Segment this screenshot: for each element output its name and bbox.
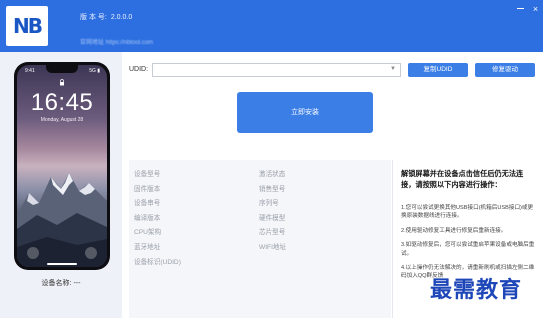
watermark: 最需教育 <box>430 277 523 303</box>
udid-label: UDID: <box>129 66 149 73</box>
info-label: 编译版本 <box>134 214 161 222</box>
status-time: 9:41 <box>25 68 35 74</box>
device-info-panel: 设备型号 固件版本 设备串号 编译版本 CPU架构 蓝牙地址 设备标识(UDID… <box>129 160 391 318</box>
logo-text: NB <box>13 14 43 38</box>
chevron-down-icon[interactable]: ▼ <box>390 66 396 74</box>
lock-screen-time: 16:45 <box>30 89 94 116</box>
help-step: 1.您可以尝试更换其他USB接口(机箱后USB接口)或更换原装数据线进行连接。 <box>401 205 534 220</box>
app-logo: NB <box>6 6 48 46</box>
device-name-value: --- <box>73 280 81 287</box>
info-label: 序列号 <box>259 200 279 208</box>
info-label: 销售型号 <box>259 185 286 193</box>
status-indicators: 5G ▮ <box>89 68 100 74</box>
info-label: WIFI地址 <box>259 243 287 251</box>
info-label: 设备型号 <box>134 171 161 178</box>
minimize-icon[interactable] <box>517 8 524 9</box>
copy-udid-button[interactable]: 复制UDID <box>408 63 468 77</box>
phone-notch <box>46 65 78 73</box>
help-step: 3.如驱动修复后，您可以尝试重启苹果设备或电脑后重试。 <box>401 242 535 257</box>
camera-icon <box>85 247 97 259</box>
udid-dropdown[interactable]: ▼ <box>152 63 401 77</box>
lock-icon <box>60 79 64 86</box>
device-preview-panel: 9:41 5G ▮ 16:45 Monday, August 28 设备名称: … <box>0 52 122 318</box>
device-info-right-column: 激活状态 销售型号 序列号 硬件模型 芯片型号 WIFI地址 <box>259 168 286 256</box>
help-title: 解锁屏幕并在设备点击信任后仍无法连接，请按照以下内容进行操作： <box>401 169 524 189</box>
info-label: 设备标识(UDID) <box>134 258 181 266</box>
repair-driver-button[interactable]: 修复驱动 <box>475 63 535 77</box>
version-info: 版 本 号: 2.0.0.0 <box>80 12 136 22</box>
info-label: 蓝牙地址 <box>134 243 161 251</box>
info-label: CPU架构 <box>134 229 162 237</box>
device-name-label: 设备名称: <box>41 280 72 287</box>
lock-screen-date: Monday, August 28 <box>40 117 84 123</box>
window-controls: × <box>517 5 543 14</box>
website-link[interactable]: 官网地址 https://nbtool.com <box>80 37 153 46</box>
version-label: 版 本 号: <box>80 14 107 21</box>
info-label: 硬件模型 <box>259 214 286 222</box>
flashlight-icon <box>27 247 39 259</box>
info-label: 固件版本 <box>134 185 161 193</box>
device-name: 设备名称: --- <box>0 278 122 288</box>
info-label: 激活状态 <box>259 171 286 178</box>
device-info-left-column: 设备型号 固件版本 设备串号 编译版本 CPU架构 蓝牙地址 设备标识(UDID… <box>134 168 181 270</box>
install-now-button[interactable]: 立即安装 <box>237 92 373 133</box>
version-value: 2.0.0.0 <box>110 14 133 21</box>
info-label: 芯片型号 <box>259 229 286 237</box>
phone-screen: 9:41 5G ▮ 16:45 Monday, August 28 <box>17 65 107 267</box>
phone-frame: 9:41 5G ▮ 16:45 Monday, August 28 <box>14 62 110 270</box>
title-bar: NB 版 本 号: 2.0.0.0 官网地址 https://nbtool.com… <box>0 0 543 52</box>
help-step: 2.使用驱动修复工具进行修复后重新连接。 <box>401 227 507 234</box>
info-label: 设备串号 <box>134 200 161 208</box>
home-indicator <box>47 263 77 265</box>
close-icon[interactable]: × <box>531 5 540 14</box>
side-strip <box>543 0 555 318</box>
